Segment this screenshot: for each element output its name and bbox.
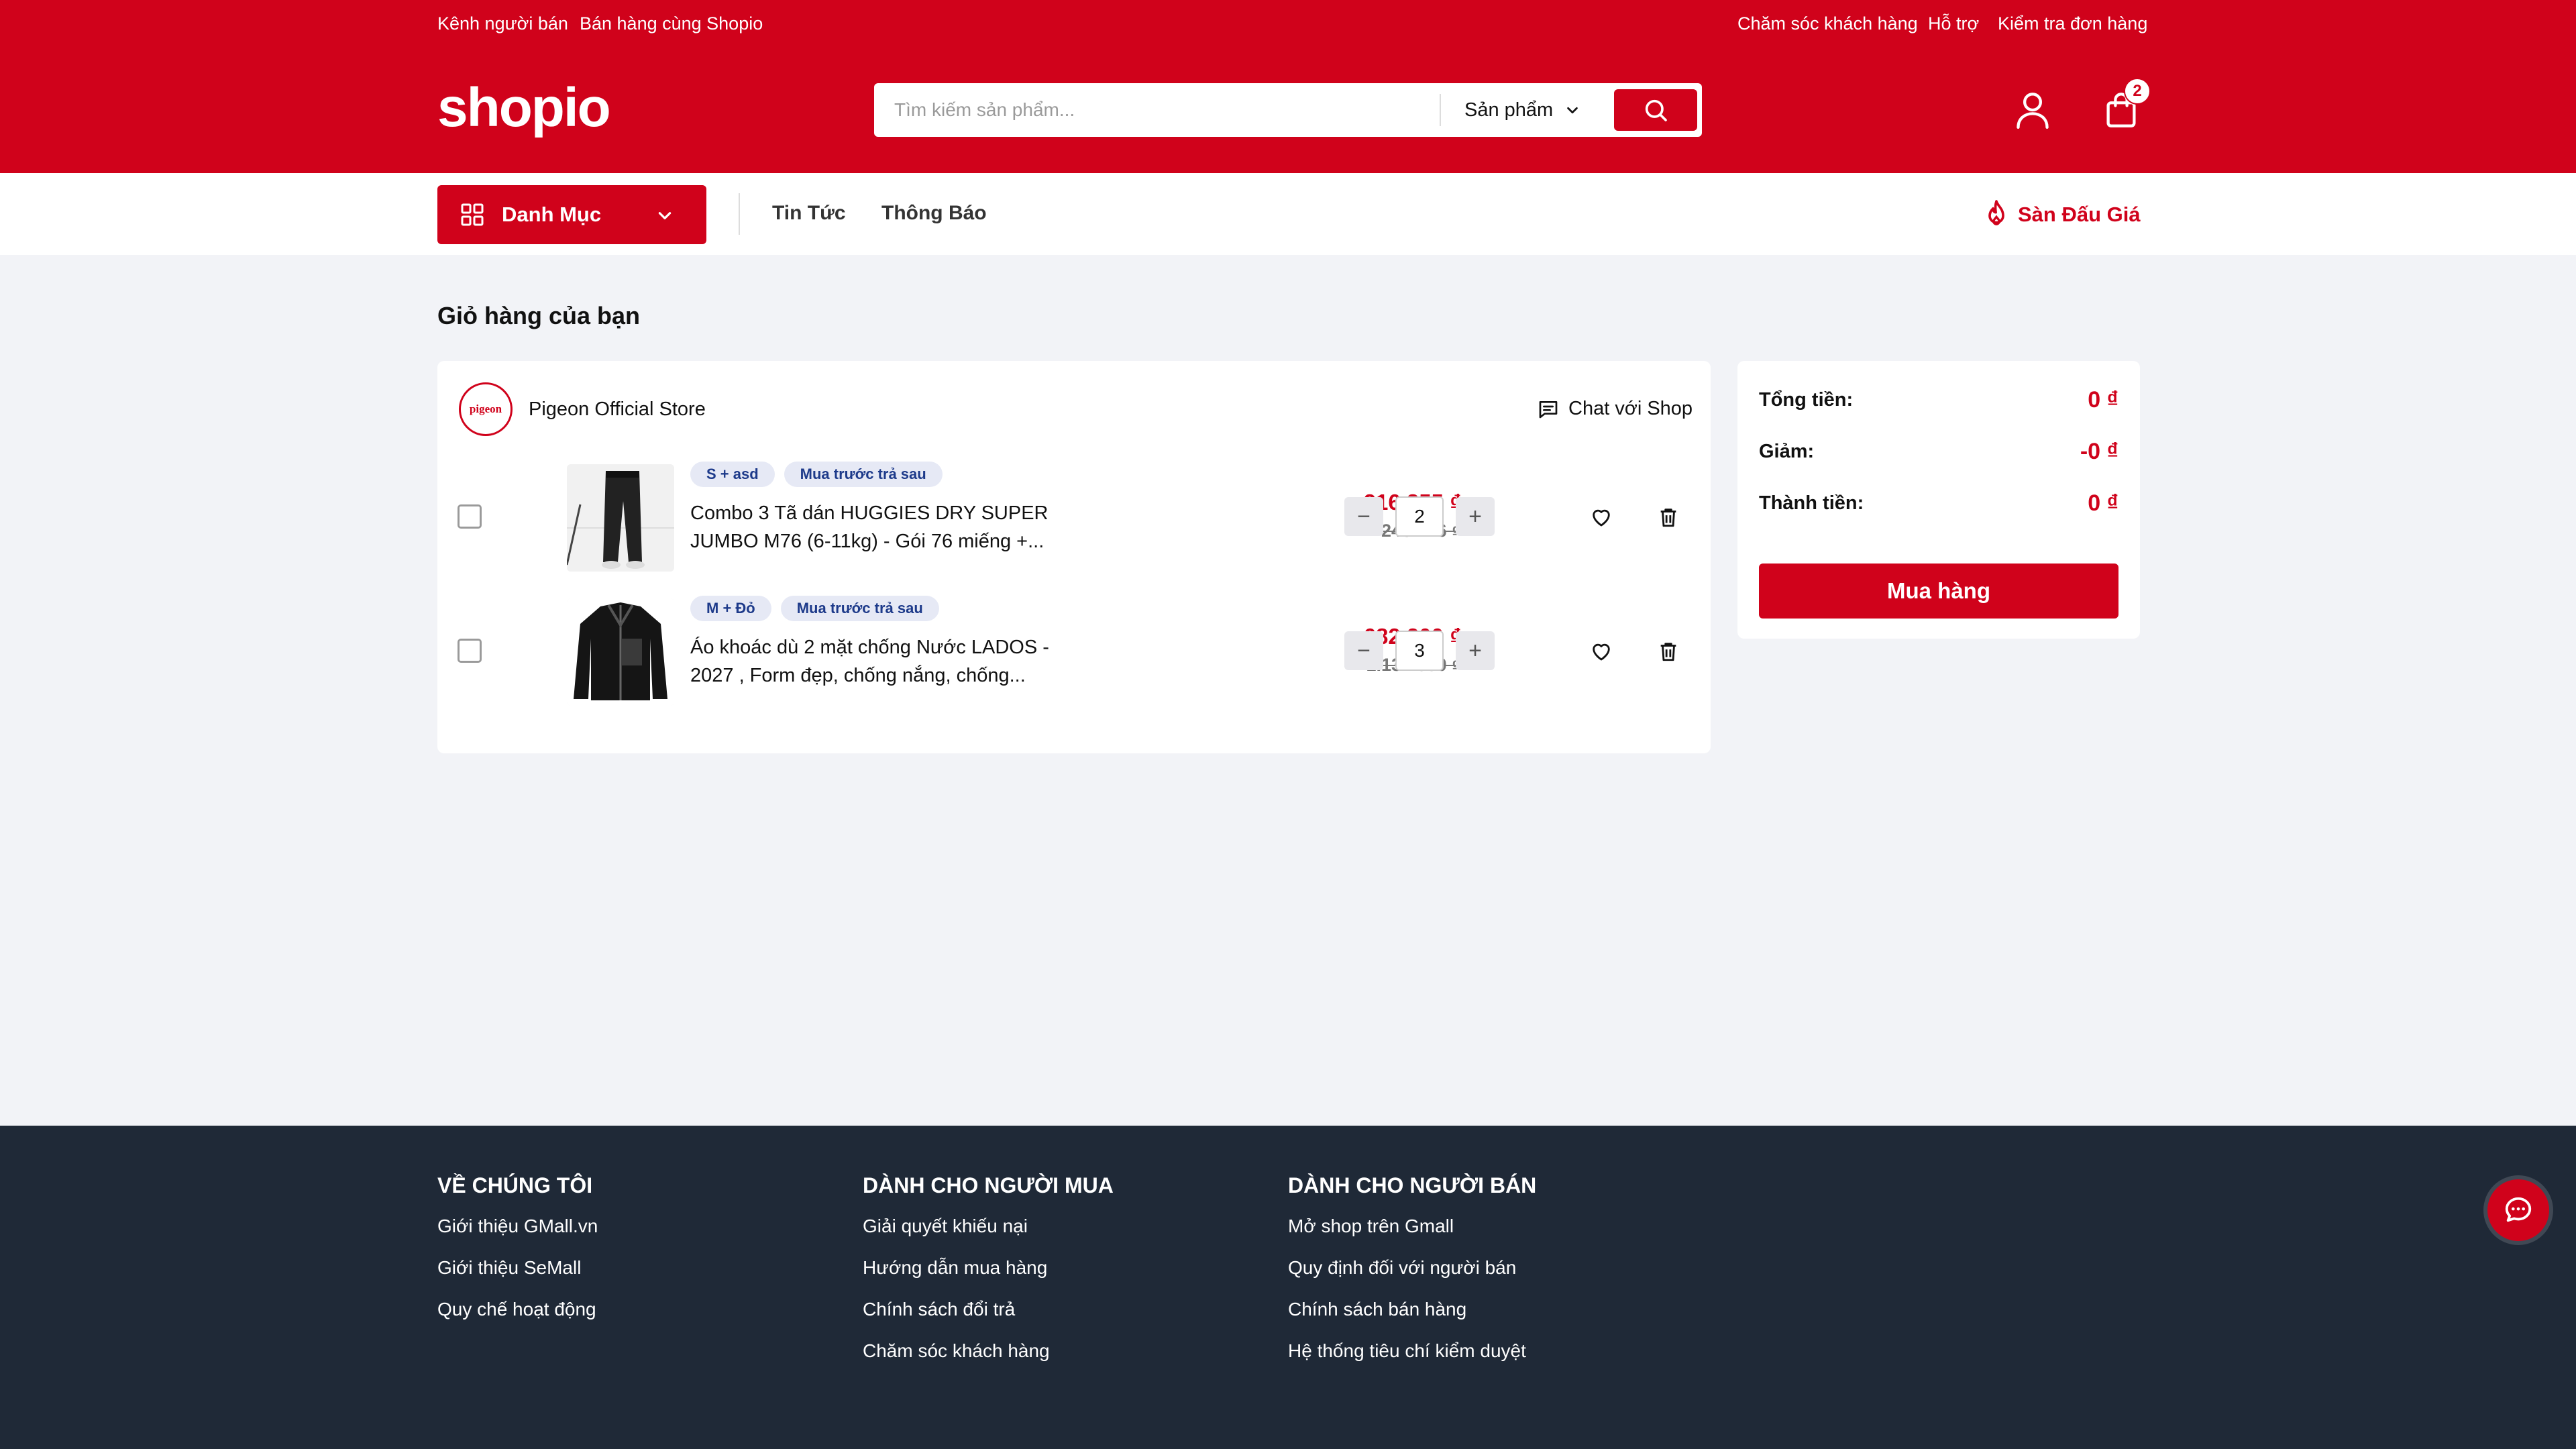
- trash-icon[interactable]: [1657, 505, 1680, 529]
- nav-link-news[interactable]: Tin Tức: [772, 202, 846, 225]
- chat-with-shop-label: Chat với Shop: [1568, 398, 1693, 419]
- bnpl-tag: Mua trước trả sau: [780, 596, 939, 621]
- top-bar: Kênh người bán Bán hàng cùng Shopio Chăm…: [0, 0, 2576, 47]
- auction-label: Sàn Đấu Giá: [2018, 203, 2141, 226]
- product-image[interactable]: [567, 598, 674, 706]
- quantity-decrease-button[interactable]: −: [1344, 631, 1383, 670]
- search-divider: [1440, 94, 1441, 126]
- search-bar: Sản phẩm: [874, 83, 1702, 137]
- footer-link[interactable]: Giới thiệu GMall.vn: [437, 1213, 598, 1240]
- footer-link[interactable]: Hệ thống tiêu chí kiểm duyệt: [1288, 1338, 1536, 1364]
- variant-tags: S + asd Mua trước trả sau: [690, 462, 943, 487]
- summary-label: Tổng tiền:: [1759, 389, 1854, 411]
- item-checkbox[interactable]: [458, 639, 482, 663]
- category-nav: Danh Mục Tin Tức Thông Báo Sàn Đấu Giá: [0, 173, 2576, 255]
- variant-tags: M + Đỏ Mua trước trả sau: [690, 596, 939, 621]
- footer-link[interactable]: Quy chế hoạt động: [437, 1296, 598, 1323]
- chat-bubble-icon: [2505, 1197, 2532, 1222]
- shopio-logo[interactable]: shopio: [437, 78, 611, 138]
- customer-care-link[interactable]: Chăm sóc khách hàng: [1737, 13, 1918, 34]
- product-image[interactable]: [567, 464, 674, 572]
- category-menu-button[interactable]: Danh Mục: [437, 185, 706, 244]
- shop-name[interactable]: Pigeon Official Store: [529, 398, 706, 421]
- cart-item: S + asd Mua trước trả sau Combo 3 Tã dán…: [437, 462, 1711, 576]
- seller-channel-link[interactable]: Kênh người bán: [437, 13, 568, 34]
- footer-link[interactable]: Giới thiệu SeMall: [437, 1254, 598, 1281]
- search-button[interactable]: [1614, 89, 1697, 131]
- user-icon[interactable]: [2015, 91, 2050, 129]
- trash-icon[interactable]: [1657, 639, 1680, 663]
- product-name[interactable]: Áo khoác dù 2 mặt chống Nước LADOS - 202…: [690, 633, 1053, 690]
- footer: VỀ CHÚNG TÔI Giới thiệu GMall.vn Giới th…: [0, 1126, 2576, 1449]
- bnpl-tag: Mua trước trả sau: [784, 462, 943, 487]
- chevron-down-icon: [658, 212, 672, 219]
- footer-link[interactable]: Giải quyết khiếu nại: [863, 1213, 1114, 1240]
- summary-row-total: Tổng tiền: 0 ₫: [1759, 386, 2118, 413]
- shop-logo[interactable]: pigeon: [459, 382, 513, 436]
- grid-icon: [461, 203, 484, 226]
- product-name[interactable]: Combo 3 Tã dán HUGGIES DRY SUPER JUMBO M…: [690, 499, 1053, 555]
- chevron-down-icon: [1567, 107, 1578, 114]
- search-category-select[interactable]: Sản phẩm: [1464, 83, 1580, 137]
- summary-label: Thành tiền:: [1759, 492, 1864, 514]
- auction-link[interactable]: Sàn Đấu Giá: [1983, 199, 2141, 231]
- footer-link[interactable]: Hướng dẫn mua hàng: [863, 1254, 1114, 1281]
- footer-link[interactable]: Chính sách bán hàng: [1288, 1296, 1536, 1323]
- footer-heading: DÀNH CHO NGƯỜI MUA: [863, 1173, 1114, 1197]
- footer-heading: DÀNH CHO NGƯỜI BÁN: [1288, 1173, 1537, 1197]
- variant-tag: M + Đỏ: [690, 596, 771, 621]
- check-order-link[interactable]: Kiểm tra đơn hàng: [1998, 13, 2147, 34]
- chat-with-shop-button[interactable]: Chat với Shop: [1538, 398, 1693, 420]
- quantity-decrease-button[interactable]: −: [1344, 497, 1383, 536]
- summary-row-grand-total: Thành tiền: 0 ₫: [1759, 490, 2118, 517]
- search-input[interactable]: [894, 93, 1417, 127]
- nav-divider: [739, 193, 740, 235]
- summary-value: 0 ₫: [2088, 490, 2118, 516]
- header: shopio Sản phẩm 2: [0, 47, 2576, 173]
- summary-label: Giảm:: [1759, 441, 1815, 462]
- footer-column-buyers: DÀNH CHO NGƯỜI MUA Giải quyết khiếu nại …: [863, 1173, 1114, 1379]
- chat-fab-button[interactable]: [2487, 1179, 2549, 1241]
- footer-link[interactable]: Mở shop trên Gmall: [1288, 1213, 1536, 1240]
- flame-icon: [1988, 200, 2004, 225]
- checkout-button[interactable]: Mua hàng: [1759, 564, 2118, 619]
- footer-column-sellers: DÀNH CHO NGƯỜI BÁN Mở shop trên Gmall Qu…: [1288, 1173, 1536, 1379]
- summary-value: -0 ₫: [2080, 439, 2118, 464]
- quantity-increase-button[interactable]: +: [1456, 497, 1495, 536]
- footer-heading: VỀ CHÚNG TÔI: [437, 1173, 593, 1197]
- heart-icon[interactable]: [1590, 506, 1613, 529]
- summary-value: 0 ₫: [2088, 387, 2118, 413]
- quantity-input[interactable]: [1395, 631, 1444, 671]
- search-icon: [1645, 99, 1667, 121]
- cart-count-badge: 2: [2124, 78, 2151, 105]
- summary-row-discount: Giảm: -0 ₫: [1759, 438, 2118, 465]
- search-category-label: Sản phẩm: [1464, 99, 1554, 121]
- category-menu-label: Danh Mục: [502, 203, 602, 226]
- cart-panel: pigeon Pigeon Official Store Chat với Sh…: [437, 361, 1711, 753]
- support-link[interactable]: Hỗ trợ: [1928, 13, 1979, 34]
- heart-icon[interactable]: [1590, 640, 1613, 663]
- quantity-increase-button[interactable]: +: [1456, 631, 1495, 670]
- sell-with-shopio-link[interactable]: Bán hàng cùng Shopio: [580, 13, 763, 34]
- footer-column-about: VỀ CHÚNG TÔI Giới thiệu GMall.vn Giới th…: [437, 1173, 598, 1338]
- nav-link-notifications[interactable]: Thông Báo: [881, 202, 987, 225]
- variant-tag: S + asd: [690, 462, 775, 487]
- footer-link[interactable]: Quy định đối với người bán: [1288, 1254, 1536, 1281]
- quantity-input[interactable]: [1395, 496, 1444, 537]
- page-title: Giỏ hàng của bạn: [437, 302, 641, 329]
- cart-item: M + Đỏ Mua trước trả sau Áo khoác dù 2 m…: [437, 596, 1711, 710]
- chat-icon: [1539, 400, 1558, 418]
- footer-link[interactable]: Chăm sóc khách hàng: [863, 1338, 1114, 1364]
- item-checkbox[interactable]: [458, 504, 482, 529]
- order-summary: Tổng tiền: 0 ₫ Giảm: -0 ₫ Thành tiền: 0 …: [1737, 361, 2140, 639]
- footer-link[interactable]: Chính sách đổi trả: [863, 1296, 1114, 1323]
